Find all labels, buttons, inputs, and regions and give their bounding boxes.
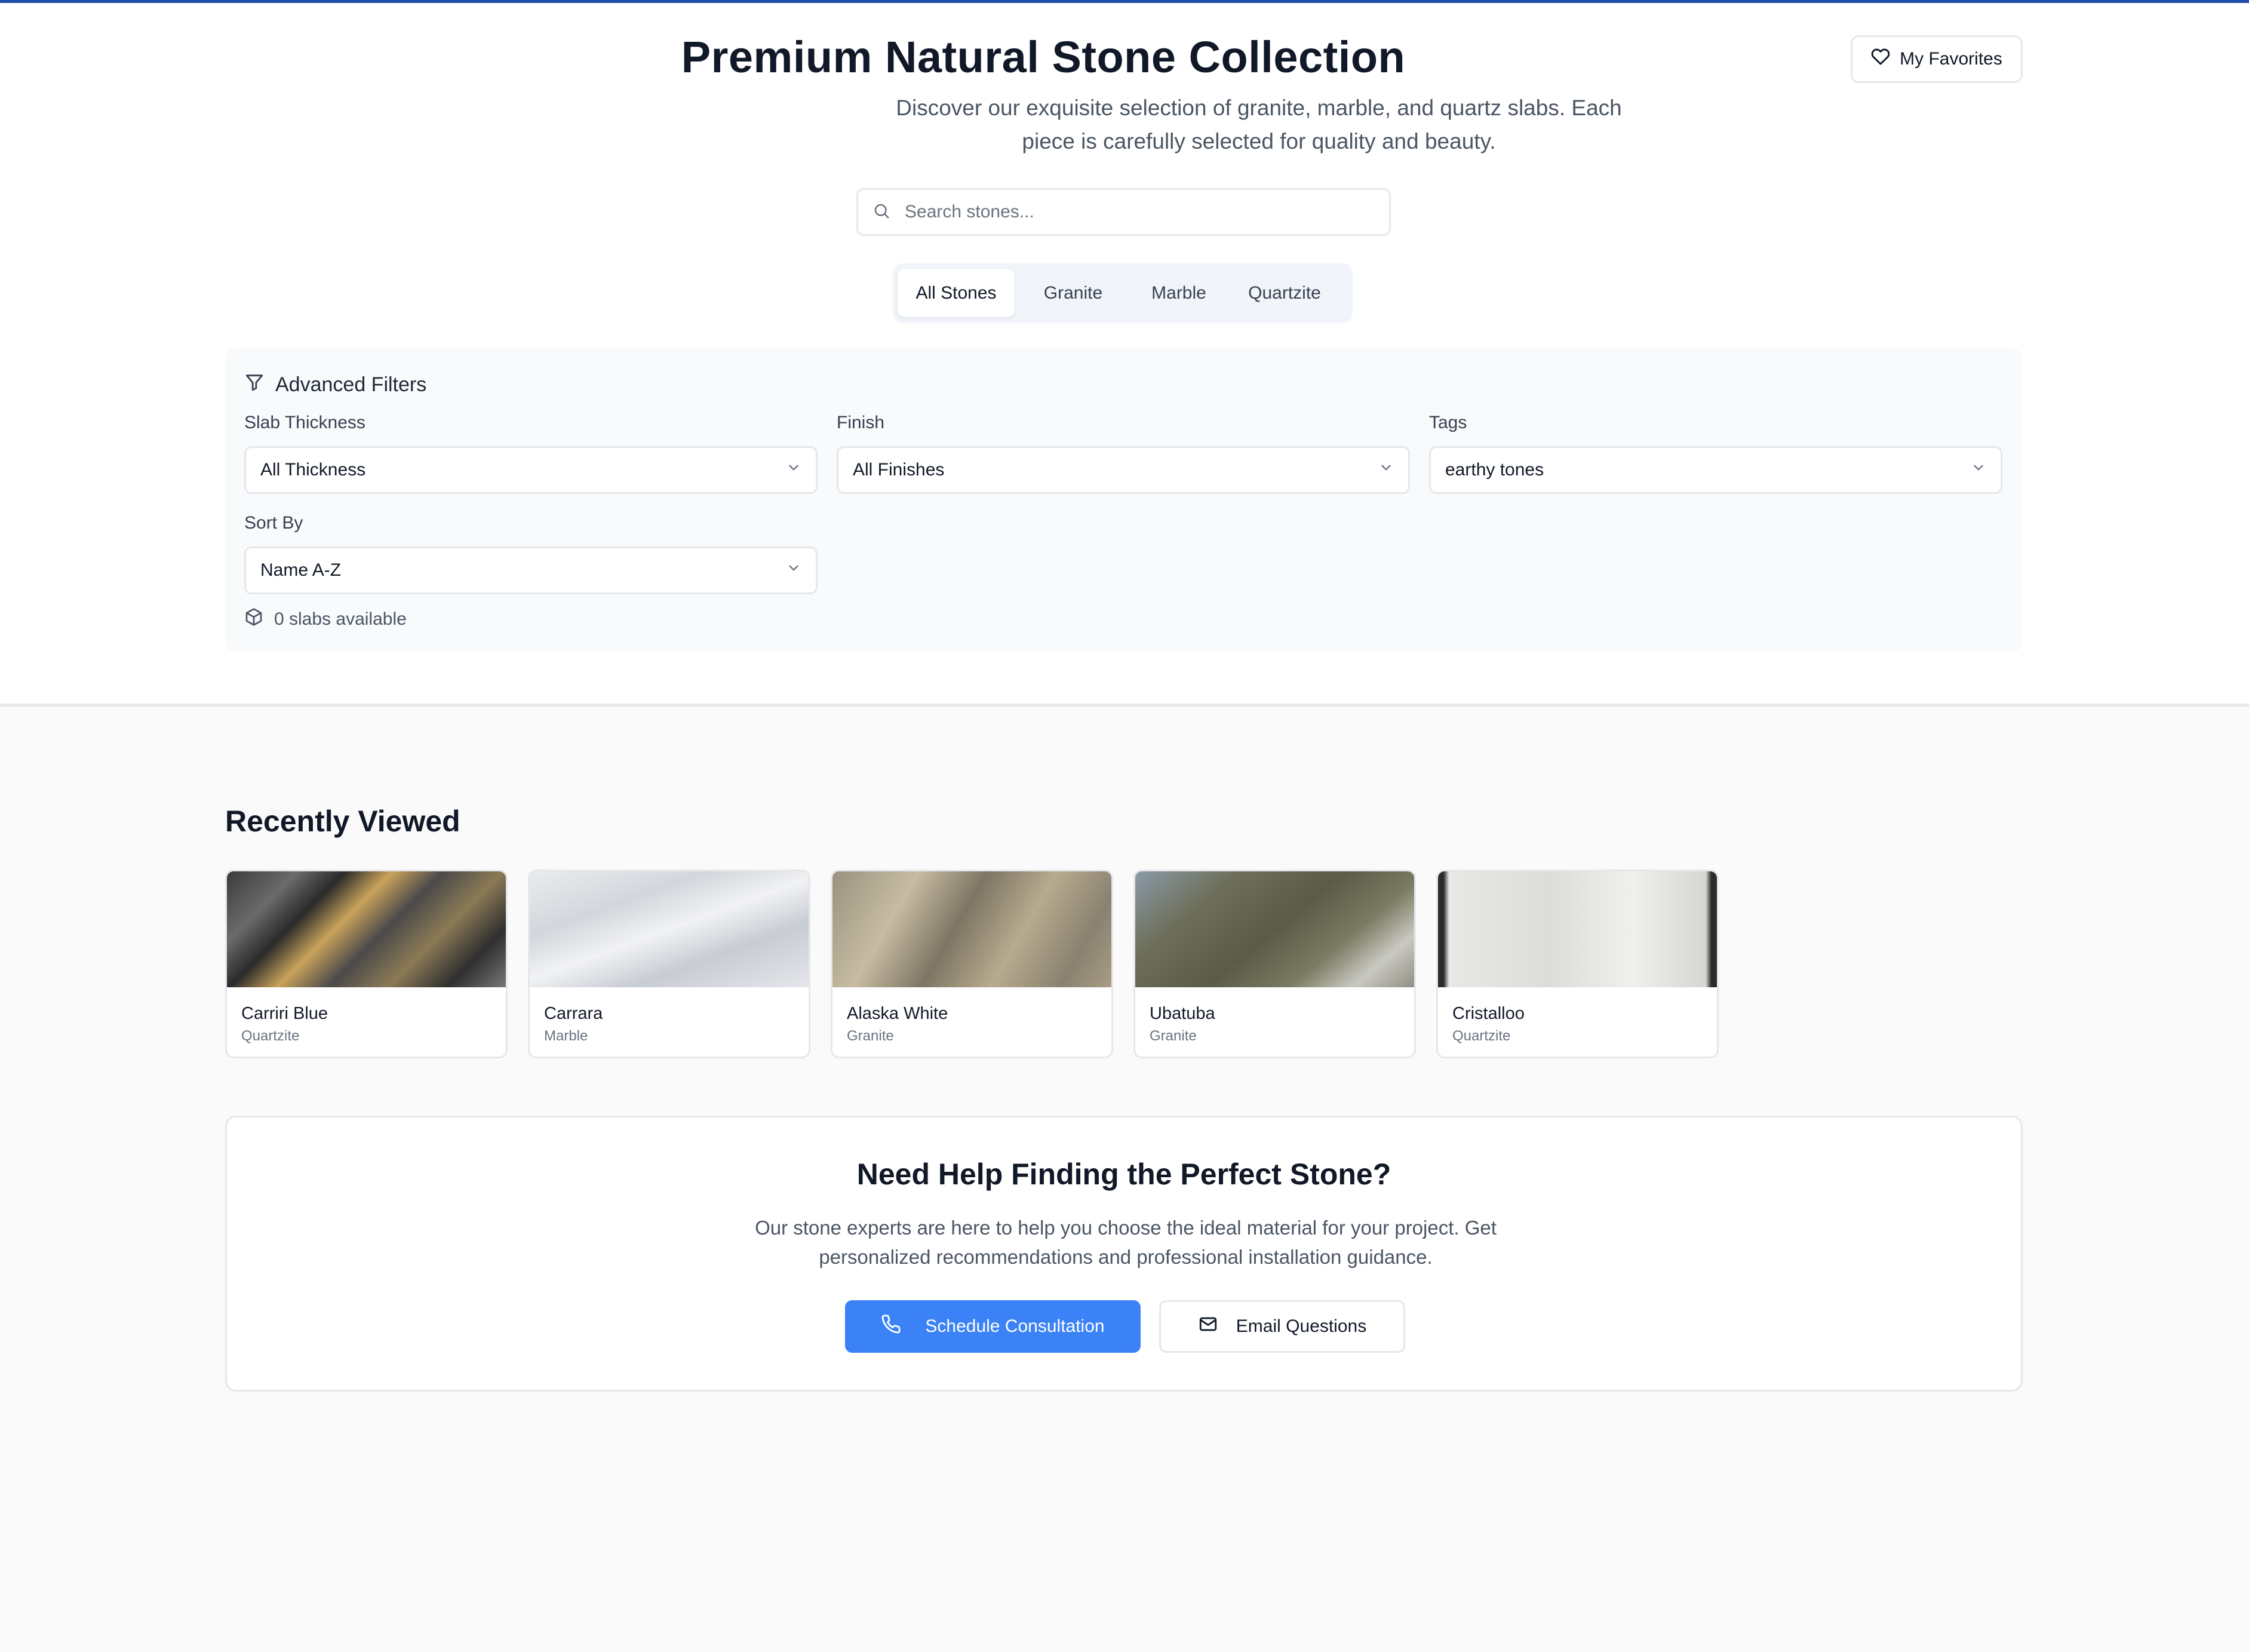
help-title: Need Help Finding the Perfect Stone? xyxy=(856,1157,1391,1191)
tags-value: earthy tones xyxy=(1445,460,1544,480)
advanced-filters-panel: Advanced Filters Slab Thickness All Thic… xyxy=(225,348,2023,652)
sort-label: Sort By xyxy=(244,513,303,533)
chevron-down-icon xyxy=(786,560,801,581)
advanced-filters-heading: Advanced Filters xyxy=(244,372,426,398)
stone-type: Quartzite xyxy=(241,1028,300,1044)
search-icon xyxy=(872,202,890,223)
stone-image xyxy=(227,871,506,987)
tags-label: Tags xyxy=(1429,413,1467,432)
stone-card[interactable]: Cristalloo Quartzite xyxy=(1436,870,1719,1058)
thickness-label: Slab Thickness xyxy=(244,413,365,432)
heart-icon xyxy=(1871,47,1890,71)
stone-card[interactable]: Carrara Marble xyxy=(528,870,810,1058)
search-input[interactable] xyxy=(905,202,1371,222)
advanced-filters-title: Advanced Filters xyxy=(275,373,427,396)
slab-count: 0 slabs available xyxy=(244,607,407,631)
slab-count-text: 0 slabs available xyxy=(274,609,407,629)
schedule-consultation-label: Schedule Consultation xyxy=(925,1316,1105,1336)
stone-image xyxy=(530,871,809,987)
help-section: Need Help Finding the Perfect Stone? Our… xyxy=(225,1116,2023,1392)
tab-marble[interactable]: Marble xyxy=(1132,269,1226,317)
my-favorites-label: My Favorites xyxy=(1900,49,2002,69)
schedule-consultation-button[interactable]: Schedule Consultation xyxy=(845,1300,1141,1353)
page-title: Premium Natural Stone Collection xyxy=(681,32,1406,82)
mail-icon xyxy=(1198,1314,1218,1339)
help-text: Our stone experts are here to help you c… xyxy=(755,1217,1497,1268)
sort-value: Name A-Z xyxy=(260,560,342,580)
finish-label: Finish xyxy=(837,413,885,432)
stone-image xyxy=(1135,871,1414,987)
tab-quartzite[interactable]: Quartzite xyxy=(1226,269,1343,317)
finish-select[interactable]: All Finishes xyxy=(837,446,1410,494)
stone-name: Cristalloo xyxy=(1452,1004,1525,1023)
page-header: Premium Natural Stone Collection Discove… xyxy=(0,3,2249,707)
search-box xyxy=(856,188,1391,236)
sort-select[interactable]: Name A-Z xyxy=(244,546,818,594)
recently-viewed-list: Carriri Blue Quartzite Carrara Marble Al… xyxy=(225,870,1719,1058)
tab-all-stones[interactable]: All Stones xyxy=(898,269,1015,317)
tags-select[interactable]: earthy tones xyxy=(1429,446,2002,494)
stone-name: Ubatuba xyxy=(1150,1004,1215,1023)
chevron-down-icon xyxy=(1971,460,1986,480)
stone-card[interactable]: Alaska White Granite xyxy=(831,870,1113,1058)
stone-name: Carriri Blue xyxy=(241,1004,328,1023)
stone-name: Alaska White xyxy=(847,1004,948,1023)
my-favorites-button[interactable]: My Favorites xyxy=(1851,35,2023,83)
stone-type: Quartzite xyxy=(1452,1028,1511,1044)
email-questions-button[interactable]: Email Questions xyxy=(1159,1300,1405,1353)
chevron-down-icon xyxy=(786,460,801,480)
stone-card[interactable]: Ubatuba Granite xyxy=(1133,870,1416,1058)
header-container: Premium Natural Stone Collection Discove… xyxy=(225,3,2023,707)
stone-image xyxy=(1438,871,1717,987)
stone-type-tabs: All Stones Granite Marble Quartzite xyxy=(893,263,1353,323)
stone-name: Carrara xyxy=(544,1004,603,1023)
tab-granite[interactable]: Granite xyxy=(1015,269,1132,317)
finish-value: All Finishes xyxy=(853,460,945,480)
stone-type: Marble xyxy=(544,1028,588,1044)
package-icon xyxy=(244,607,263,631)
chevron-down-icon xyxy=(1378,460,1394,480)
phone-icon xyxy=(881,1314,901,1339)
filter-icon xyxy=(244,372,265,398)
thickness-select[interactable]: All Thickness xyxy=(244,446,818,494)
stone-type: Granite xyxy=(847,1028,894,1044)
thickness-value: All Thickness xyxy=(260,460,366,480)
email-questions-label: Email Questions xyxy=(1236,1316,1367,1336)
stone-card[interactable]: Carriri Blue Quartzite xyxy=(225,870,508,1058)
recently-viewed-heading: Recently Viewed xyxy=(225,804,460,838)
stone-type: Granite xyxy=(1150,1028,1197,1044)
stone-image xyxy=(832,871,1111,987)
page-subtitle: Discover our exquisite selection of gran… xyxy=(896,96,1622,153)
